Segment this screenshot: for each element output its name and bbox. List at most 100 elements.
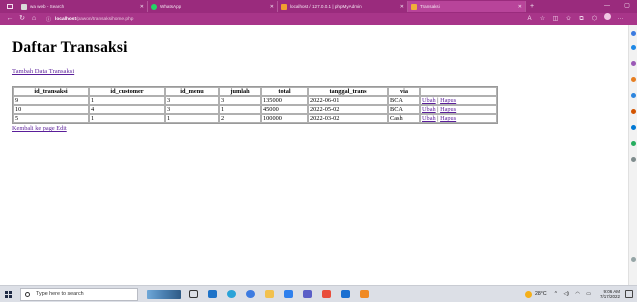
date: 7/17/2022 <box>599 294 620 299</box>
close-icon[interactable]: ✕ <box>270 4 274 10</box>
search-favicon-icon <box>21 3 27 10</box>
read-aloud-icon[interactable]: A <box>523 13 536 25</box>
cell-id-menu: 3 <box>165 105 219 114</box>
profile-avatar[interactable] <box>601 13 614 25</box>
windows-logo-icon <box>4 290 12 298</box>
delete-link[interactable]: Hapus <box>440 97 456 104</box>
url-field[interactable]: ⓘ localhost/pawon/transaksihome.php <box>46 16 523 23</box>
cell-jumlah: 3 <box>219 96 261 105</box>
table-header-row: id_transaksi id_customer id_menu jumlah … <box>13 87 497 96</box>
extensions-icon[interactable]: ⬡ <box>588 13 601 25</box>
discover-icon[interactable] <box>631 45 636 50</box>
drop-icon[interactable] <box>631 141 636 146</box>
edge-sidebar <box>628 25 637 285</box>
more-icon[interactable]: ··· <box>614 13 627 25</box>
refresh-icon[interactable]: ↻ <box>16 13 28 25</box>
collections-icon[interactable]: ⧉ <box>575 13 588 25</box>
favorite-star-icon[interactable]: ☆ <box>536 13 549 25</box>
chrome-icon[interactable] <box>241 288 260 301</box>
file-explorer-icon[interactable] <box>203 288 222 301</box>
temperature: 28°C <box>535 291 547 297</box>
close-icon[interactable]: ✕ <box>140 4 144 10</box>
battery-icon[interactable]: ▭ <box>586 291 591 297</box>
add-transaction-link[interactable]: Tambah Data Transaksi <box>12 68 74 75</box>
column-header: tanggal_trans <box>308 87 388 96</box>
office-icon[interactable] <box>631 109 636 114</box>
sidebar-settings-icon[interactable] <box>631 257 636 262</box>
cell-id-customer: 1 <box>89 96 165 105</box>
column-header <box>420 87 497 96</box>
clock[interactable]: 9:06 AM 7/17/2022 <box>600 289 620 299</box>
tools-icon[interactable] <box>631 77 636 82</box>
browser-tab-strip: wa web - Search ✕ WhatsApp ✕ localhost /… <box>0 0 637 13</box>
wifi-icon[interactable]: ◠ <box>575 291 579 297</box>
cell-id-transaksi: 10 <box>13 105 89 114</box>
app-icon[interactable] <box>317 288 336 301</box>
search-icon <box>25 291 30 297</box>
widgets-icon[interactable] <box>144 288 184 301</box>
split-screen-icon[interactable]: ◫ <box>549 13 562 25</box>
games-icon[interactable] <box>631 93 636 98</box>
close-icon[interactable]: ✕ <box>518 4 522 10</box>
info-icon[interactable]: ⓘ <box>46 16 51 23</box>
edit-link[interactable]: Ubah <box>422 97 436 104</box>
notification-icon[interactable] <box>625 290 633 298</box>
search-placeholder: Type here to search <box>36 291 84 297</box>
back-to-edit-link[interactable]: Kembali ke page Edit <box>12 125 612 132</box>
toolbar-icons: A ☆ ◫ ✩ ⧉ ⬡ ··· <box>523 13 627 25</box>
tab-whatsapp[interactable]: WhatsApp ✕ <box>148 1 278 12</box>
tab-transaksi[interactable]: Transaksi ✕ <box>408 1 526 12</box>
maximize-icon[interactable]: ▢ <box>617 1 637 12</box>
mail-icon[interactable] <box>336 288 355 301</box>
favorites-icon[interactable]: ✩ <box>562 13 575 25</box>
cell-actions: Ubah | Hapus <box>420 105 497 114</box>
cell-actions: Ubah | Hapus <box>420 114 497 123</box>
url-path: /pawon/transaksihome.php <box>76 16 134 22</box>
chevron-up-icon[interactable]: ^ <box>555 291 557 297</box>
home-icon[interactable]: ⌂ <box>28 13 40 25</box>
outlook-icon[interactable] <box>631 125 636 130</box>
column-header: id_menu <box>165 87 219 96</box>
add-sidebar-icon[interactable] <box>631 157 636 162</box>
vscode-icon[interactable] <box>279 288 298 301</box>
cell-via: BCA <box>388 105 420 114</box>
minimize-icon[interactable]: — <box>597 1 617 12</box>
tab-actions-button[interactable] <box>4 2 15 11</box>
cell-id-transaksi: 5 <box>13 114 89 123</box>
edit-link[interactable]: Ubah <box>422 115 436 122</box>
folder-icon[interactable] <box>260 288 279 301</box>
cell-id-menu: 1 <box>165 114 219 123</box>
task-view-icon[interactable] <box>184 288 203 301</box>
xampp-icon[interactable] <box>355 288 374 301</box>
cell-total: 45000 <box>261 105 308 114</box>
cell-actions: Ubah | Hapus <box>420 96 497 105</box>
weather-widget[interactable]: 28°C <box>525 290 547 298</box>
cell-tanggal-trans: 2022-03-02 <box>308 114 388 123</box>
column-header: jumlah <box>219 87 261 96</box>
start-button[interactable] <box>0 286 16 303</box>
tab-phpmyadmin[interactable]: localhost / 127.0.0.1 | phpMyAdmin ✕ <box>278 1 408 12</box>
close-icon[interactable]: ✕ <box>400 4 404 10</box>
search-sidebar-icon[interactable] <box>631 31 636 36</box>
windows-taskbar: Type here to search 28°C ^ ◁) ◠ ▭ 9:06 A… <box>0 285 637 302</box>
cell-tanggal-trans: 2022-05-02 <box>308 105 388 114</box>
speaker-icon[interactable]: ◁) <box>563 291 569 297</box>
back-arrow-icon[interactable]: ← <box>4 13 16 25</box>
new-tab-button[interactable]: + <box>526 1 538 12</box>
cell-id-customer: 1 <box>89 114 165 123</box>
tab-wa-search[interactable]: wa web - Search ✕ <box>18 1 148 12</box>
cell-id-customer: 4 <box>89 105 165 114</box>
store-icon[interactable] <box>298 288 317 301</box>
delete-link[interactable]: Hapus <box>440 115 456 122</box>
tray-icons: ^ ◁) ◠ ▭ <box>555 291 596 297</box>
cell-id-transaksi: 9 <box>13 96 89 105</box>
separator: | <box>437 106 439 113</box>
cell-via: Cash <box>388 114 420 123</box>
transactions-table: id_transaksi id_customer id_menu jumlah … <box>12 86 498 124</box>
edge-icon[interactable] <box>222 288 241 301</box>
edit-link[interactable]: Ubah <box>422 106 436 113</box>
taskbar-search[interactable]: Type here to search <box>20 287 138 301</box>
delete-link[interactable]: Hapus <box>440 106 456 113</box>
shopping-icon[interactable] <box>631 61 636 66</box>
cell-id-menu: 3 <box>165 96 219 105</box>
